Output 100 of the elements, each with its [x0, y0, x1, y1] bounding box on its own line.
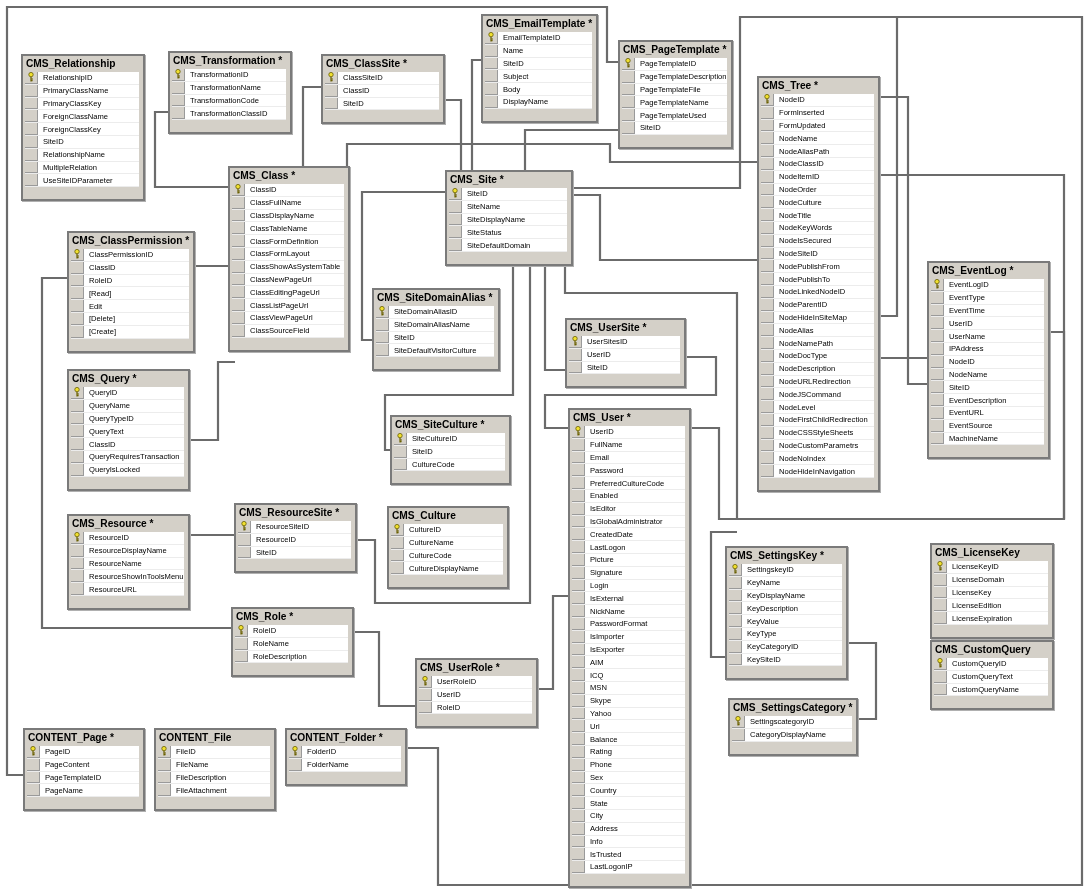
- row-selector[interactable]: [232, 286, 245, 299]
- row-selector[interactable]: [25, 110, 38, 123]
- row-selector[interactable]: [622, 58, 635, 70]
- row-selector[interactable]: [761, 132, 774, 145]
- row-selector[interactable]: [572, 464, 585, 477]
- key-icon: [397, 433, 403, 444]
- row-selector[interactable]: [391, 562, 404, 575]
- row-selector[interactable]: [729, 564, 742, 576]
- row-selector[interactable]: [71, 249, 84, 261]
- row-selector[interactable]: [71, 438, 84, 450]
- row-selector[interactable]: [71, 287, 84, 300]
- row-selector[interactable]: [729, 602, 742, 615]
- row-selector[interactable]: [572, 861, 585, 873]
- row-selector[interactable]: [931, 330, 944, 342]
- row-selector[interactable]: [572, 848, 585, 861]
- row-selector[interactable]: [572, 784, 585, 797]
- row-selector[interactable]: [376, 344, 389, 357]
- row-selector[interactable]: [761, 401, 774, 413]
- key-icon: [625, 58, 631, 69]
- row-selector[interactable]: [931, 317, 944, 330]
- key-icon: [572, 336, 578, 347]
- row-selector[interactable]: [572, 720, 585, 733]
- row-selector[interactable]: [71, 300, 84, 312]
- key-icon: [488, 32, 494, 43]
- key-icon: [735, 716, 741, 727]
- row-selector[interactable]: [449, 239, 462, 251]
- row-selector[interactable]: [931, 394, 944, 406]
- row-selector[interactable]: [934, 658, 947, 670]
- row-selector[interactable]: [622, 109, 635, 121]
- row-selector[interactable]: [761, 273, 774, 285]
- row-selector[interactable]: [25, 72, 38, 84]
- row-selector[interactable]: [394, 433, 407, 445]
- row-selector[interactable]: [27, 784, 40, 797]
- row-selector[interactable]: [761, 145, 774, 157]
- row-selector[interactable]: [25, 123, 38, 135]
- row-selector[interactable]: [761, 209, 774, 221]
- row-selector[interactable]: [931, 381, 944, 394]
- row-selector[interactable]: [376, 306, 389, 318]
- row-selector[interactable]: [934, 612, 947, 624]
- row-selector[interactable]: [232, 235, 245, 247]
- key-icon: [74, 532, 80, 543]
- table-card[interactable]: [757, 76, 880, 492]
- row-selector[interactable]: [569, 336, 582, 348]
- row-selector[interactable]: [761, 465, 774, 477]
- row-selector[interactable]: [572, 426, 585, 438]
- row-selector[interactable]: [572, 669, 585, 681]
- row-selector[interactable]: [419, 676, 432, 688]
- row-selector[interactable]: [485, 32, 498, 44]
- key-icon: [30, 746, 36, 757]
- row-selector[interactable]: [235, 625, 248, 637]
- row-selector[interactable]: [572, 797, 585, 809]
- row-selector[interactable]: [761, 260, 774, 273]
- row-selector[interactable]: [158, 746, 171, 758]
- row-selector[interactable]: [238, 521, 251, 533]
- row-selector[interactable]: [391, 524, 404, 536]
- row-selector[interactable]: [232, 184, 245, 196]
- row-selector[interactable]: [289, 746, 302, 758]
- row-selector[interactable]: [449, 226, 462, 239]
- row-selector[interactable]: [934, 561, 947, 573]
- key-icon: [238, 625, 244, 636]
- row-selector[interactable]: [572, 605, 585, 617]
- row-selector[interactable]: [761, 337, 774, 349]
- key-icon: [934, 279, 940, 290]
- key-icon: [74, 387, 80, 398]
- row-selector[interactable]: [931, 279, 944, 291]
- row-selector[interactable]: [729, 615, 742, 627]
- row-selector[interactable]: [71, 425, 84, 438]
- row-selector[interactable]: [232, 299, 245, 311]
- row-selector[interactable]: [172, 69, 185, 81]
- row-selector[interactable]: [572, 592, 585, 605]
- row-selector[interactable]: [732, 716, 745, 728]
- row-selector[interactable]: [572, 733, 585, 745]
- key-icon: [452, 188, 458, 199]
- row-selector[interactable]: [449, 188, 462, 200]
- row-selector[interactable]: [25, 174, 38, 187]
- row-selector[interactable]: [27, 746, 40, 758]
- row-selector[interactable]: [172, 107, 185, 120]
- row-selector[interactable]: [71, 387, 84, 399]
- key-icon: [235, 184, 241, 195]
- row-selector[interactable]: [71, 583, 84, 595]
- row-selector[interactable]: [934, 599, 947, 612]
- row-selector[interactable]: [325, 72, 338, 84]
- row-selector[interactable]: [485, 70, 498, 83]
- row-selector[interactable]: [572, 528, 585, 541]
- row-selector[interactable]: [572, 477, 585, 489]
- row-selector[interactable]: [761, 452, 774, 465]
- row-selector[interactable]: [71, 570, 84, 583]
- row-selector[interactable]: [761, 196, 774, 209]
- row-selector[interactable]: [761, 94, 774, 106]
- row-selector[interactable]: [158, 784, 171, 797]
- table-card[interactable]: [568, 408, 691, 888]
- row-selector[interactable]: [761, 324, 774, 337]
- row-selector[interactable]: [572, 656, 585, 669]
- row-selector[interactable]: [232, 222, 245, 235]
- row-selector[interactable]: [572, 541, 585, 553]
- row-selector[interactable]: [71, 532, 84, 544]
- table-card[interactable]: [228, 166, 350, 352]
- row-selector[interactable]: [622, 96, 635, 109]
- row-selector[interactable]: [761, 388, 774, 401]
- row-selector[interactable]: [485, 83, 498, 95]
